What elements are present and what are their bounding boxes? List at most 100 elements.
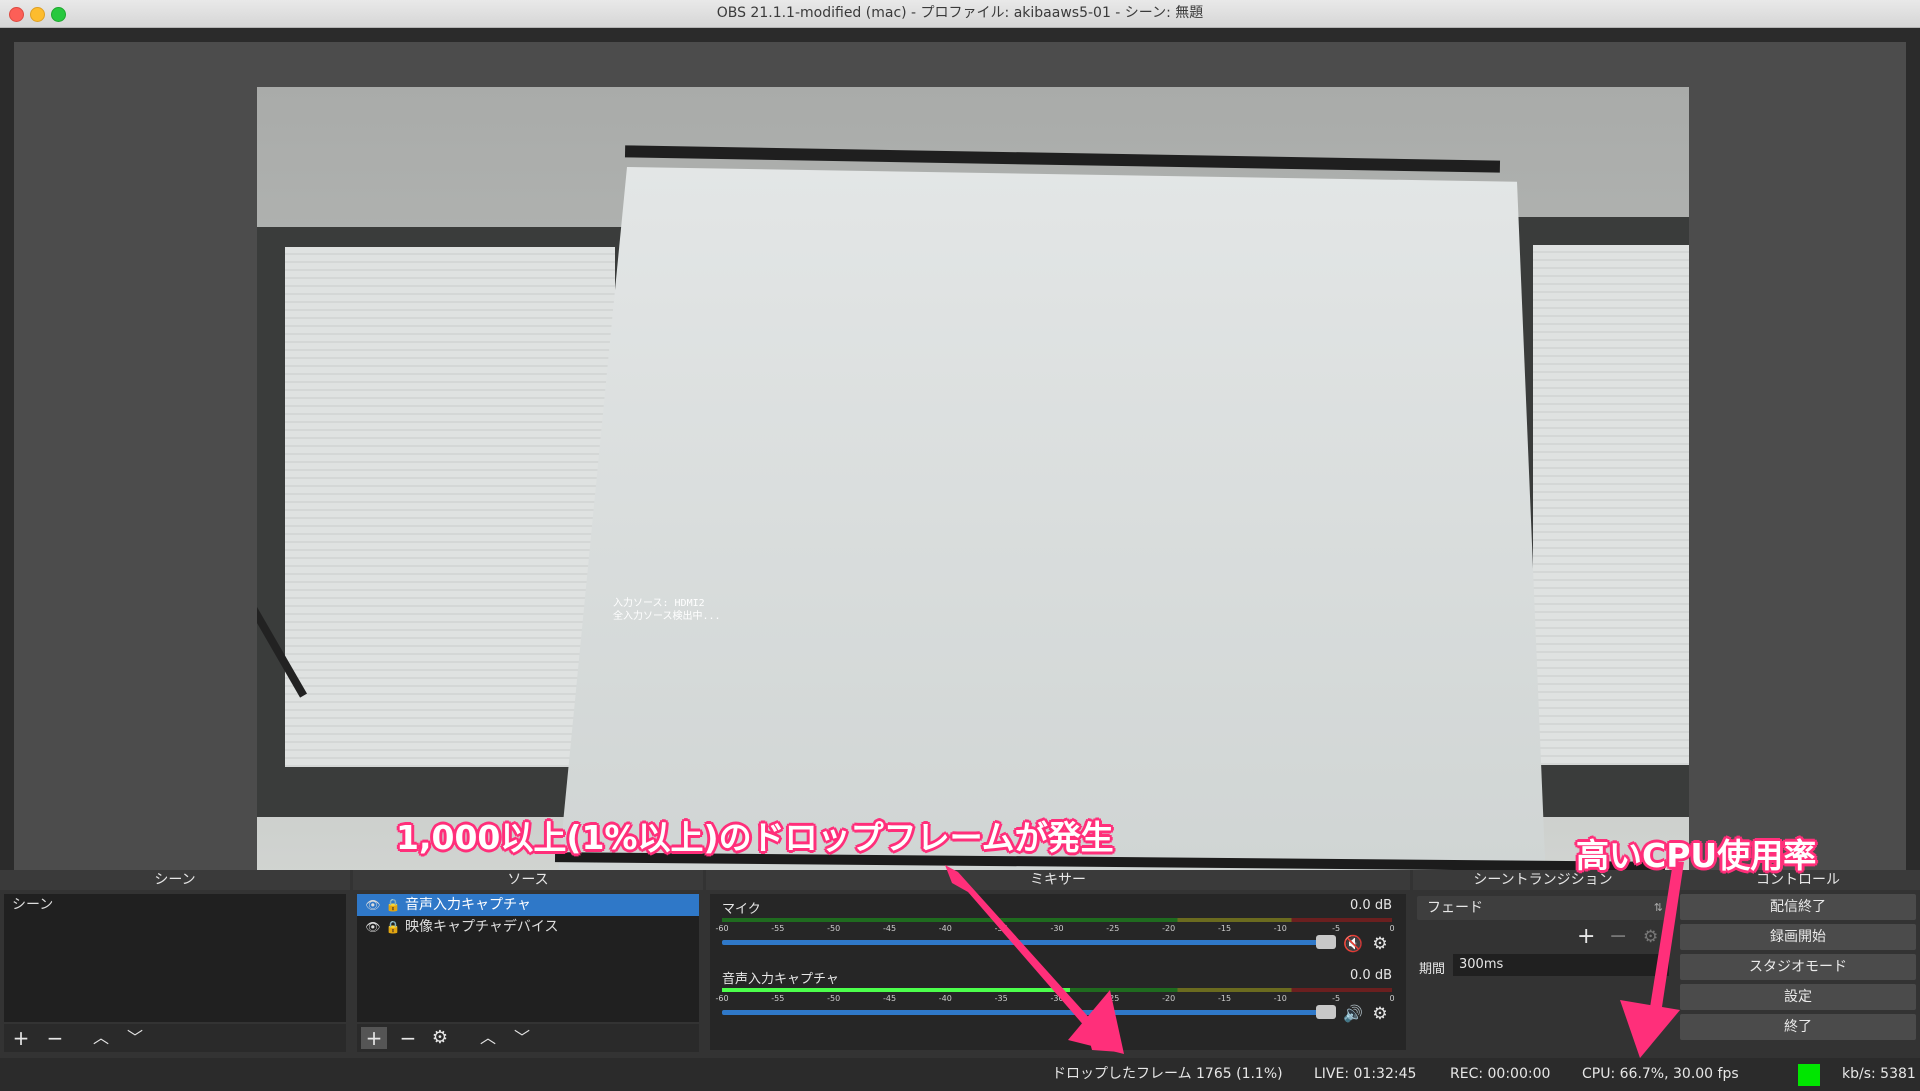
annotation-dropped-frames: 1,000以上(1%以上)のドロップフレームが発生 (396, 818, 1114, 857)
meter-tick-label: -50 (827, 994, 841, 1003)
speaker-icon[interactable]: 🔊 (1342, 1004, 1364, 1023)
controls-dock: コントロール 配信終了 録画開始 スタジオモード 設定 終了 (1676, 870, 1920, 1052)
stop-streaming-button[interactable]: 配信終了 (1680, 894, 1916, 920)
osd-line-1: 入力ソース: HDMI2 (613, 598, 705, 609)
volume-slider[interactable] (722, 1005, 1336, 1019)
mixer-dock-title: ミキサー (706, 870, 1410, 890)
meter-tick-label: -40 (938, 994, 952, 1003)
lock-icon[interactable]: 🔒 (385, 894, 401, 916)
move-source-down-button[interactable]: ﹀ (509, 1027, 535, 1049)
scenes-dock-title: シーン (0, 870, 350, 890)
preview-canvas[interactable]: 入力ソース: HDMI2 全入力ソース検出中... (257, 87, 1689, 892)
scenes-dock: シーン シーン + − ︿ ﹀ (0, 870, 350, 1052)
cpu-status: CPU: 66.7%, 30.00 fps (1582, 1066, 1739, 1082)
meter-tick-label: -15 (1217, 994, 1232, 1003)
scenes-list[interactable]: シーン (4, 894, 346, 1022)
remove-transition-button[interactable]: − (1609, 924, 1627, 949)
osd-line-2: 全入力ソース検出中... (613, 611, 721, 622)
start-recording-button[interactable]: 録画開始 (1680, 924, 1916, 950)
volume-meter (722, 988, 1392, 992)
meter-tick-label: -25 (1106, 924, 1120, 933)
meter-ticks: -60 -55 -50 -45 -40 -35 -30 -25 -20 -15 -10 -5 0 (715, 924, 1395, 934)
source-item-audio-input[interactable]: 👁 🔒 音声入力キャプチャ (357, 894, 699, 916)
visibility-eye-icon[interactable]: 👁 (365, 916, 381, 938)
preview-area: 入力ソース: HDMI2 全入力ソース検出中... (14, 42, 1906, 892)
meter-tick-label: -20 (1162, 994, 1176, 1003)
volume-slider-handle[interactable] (1316, 935, 1336, 949)
meter-tick-label: -20 (1162, 924, 1176, 933)
meter-tick-label: -60 (715, 994, 729, 1003)
move-scene-down-button[interactable]: ﹀ (122, 1027, 148, 1049)
duration-input[interactable]: 300ms (1453, 954, 1669, 976)
sources-dock: ソース 👁 🔒 音声入力キャプチャ 👁 🔒 映像キャプチャデバイス + − ⚙ ︿ ﹀ (353, 870, 703, 1052)
meter-tick-label: -50 (827, 924, 841, 933)
meter-tick-label: -30 (1050, 994, 1064, 1003)
meter-tick-label: -45 (882, 994, 897, 1003)
meter-tick-label: -10 (1273, 924, 1287, 933)
chevron-updown-icon: ⇅ (1653, 901, 1663, 914)
exit-button[interactable]: 終了 (1680, 1014, 1916, 1040)
mixer-body: マイク 0.0 dB -60 -55 -50 -45 -40 -35 -30 -25 -20 -1… (710, 894, 1406, 1050)
status-bar: ドロップしたフレーム 1765 (1.1%) LIVE: 01:32:45 RE… (0, 1058, 1920, 1091)
add-source-button[interactable]: + (361, 1027, 387, 1049)
channel-settings-gear-icon[interactable]: ⚙ (1370, 1004, 1390, 1024)
window-title: OBS 21.1.1-modified (mac) - プロファイル: akib… (716, 5, 1204, 21)
maximize-window-button[interactable] (51, 7, 66, 22)
transition-select[interactable]: フェード ⇅ (1417, 896, 1669, 920)
visibility-eye-icon[interactable]: 👁 (365, 894, 381, 916)
duration-label: 期間 (1419, 962, 1446, 977)
settings-button[interactable]: 設定 (1680, 984, 1916, 1010)
meter-tick-label: -5 (1332, 924, 1341, 933)
volume-meter (722, 918, 1392, 922)
meter-tick-label: -25 (1106, 994, 1120, 1003)
meter-tick-label: -10 (1273, 994, 1287, 1003)
meter-tick-label: 0 (1389, 924, 1395, 933)
meter-tick-label: -35 (994, 924, 1008, 933)
channel-settings-gear-icon[interactable]: ⚙ (1370, 934, 1390, 954)
muted-speaker-icon[interactable]: 🔇 (1342, 934, 1364, 953)
live-status: LIVE: 01:32:45 (1314, 1066, 1417, 1082)
mixer-dock: ミキサー マイク 0.0 dB -60 -55 -50 -45 -40 -35 -30 -25… (706, 870, 1410, 1052)
mixer-channel-mic: マイク 0.0 dB -60 -55 -50 -45 -40 -35 -30 -25 -20 -1… (714, 896, 1402, 960)
sources-list[interactable]: 👁 🔒 音声入力キャプチャ 👁 🔒 映像キャプチャデバイス (357, 894, 699, 1022)
meter-tick-label: -60 (715, 924, 729, 933)
volume-slider-handle[interactable] (1316, 1005, 1336, 1019)
sources-toolbar: + − ⚙ ︿ ﹀ (357, 1024, 699, 1052)
channel-db: 0.0 dB (1350, 898, 1392, 913)
meter-tick-label: -35 (994, 994, 1008, 1003)
channel-name: マイク (722, 902, 761, 917)
meter-tick-label: 0 (1389, 994, 1395, 1003)
remove-source-button[interactable]: − (395, 1027, 421, 1049)
studio-mode-button[interactable]: スタジオモード (1680, 954, 1916, 980)
source-item-video-capture[interactable]: 👁 🔒 映像キャプチャデバイス (357, 916, 699, 938)
projector-screen (557, 167, 1547, 892)
transition-settings-gear-icon[interactable]: ⚙ (1643, 927, 1658, 947)
scenes-toolbar: + − ︿ ﹀ (4, 1024, 346, 1052)
stream-health-indicator (1798, 1064, 1820, 1086)
remove-scene-button[interactable]: − (42, 1027, 68, 1049)
channel-db: 0.0 dB (1350, 968, 1392, 983)
scene-item[interactable]: シーン (4, 894, 346, 916)
meter-level (722, 988, 1071, 992)
close-window-button[interactable] (9, 7, 24, 22)
mixer-channel-audio-input: 音声入力キャプチャ 0.0 dB -60 -55 -50 -45 -40 -35 -30 -2… (714, 966, 1402, 1030)
source-label: 音声入力キャプチャ (405, 897, 531, 913)
meter-tick-label: -5 (1332, 994, 1341, 1003)
title-bar: OBS 21.1.1-modified (mac) - プロファイル: akib… (0, 0, 1920, 28)
source-properties-gear-icon[interactable]: ⚙ (427, 1027, 453, 1049)
source-label: 映像キャプチャデバイス (405, 919, 559, 935)
lock-icon[interactable]: 🔒 (385, 916, 401, 938)
meter-tick-label: -15 (1217, 924, 1232, 933)
sources-dock-title: ソース (353, 870, 703, 890)
channel-name: 音声入力キャプチャ (722, 972, 839, 987)
rec-status: REC: 00:00:00 (1450, 1066, 1551, 1082)
move-scene-up-button[interactable]: ︿ (88, 1027, 114, 1049)
meter-ticks: -60 -55 -50 -45 -40 -35 -30 -25 -20 -15 -10 -5 0 (715, 994, 1395, 1004)
transitions-dock: シーントランジション フェード ⇅ + − ⚙ 期間 300ms (1413, 870, 1673, 1052)
move-source-up-button[interactable]: ︿ (475, 1027, 501, 1049)
add-transition-button[interactable]: + (1577, 924, 1595, 949)
add-scene-button[interactable]: + (8, 1027, 34, 1049)
minimize-window-button[interactable] (30, 7, 45, 22)
projector-osd: 入力ソース: HDMI2 全入力ソース検出中... (613, 597, 721, 623)
volume-slider[interactable] (722, 935, 1336, 949)
